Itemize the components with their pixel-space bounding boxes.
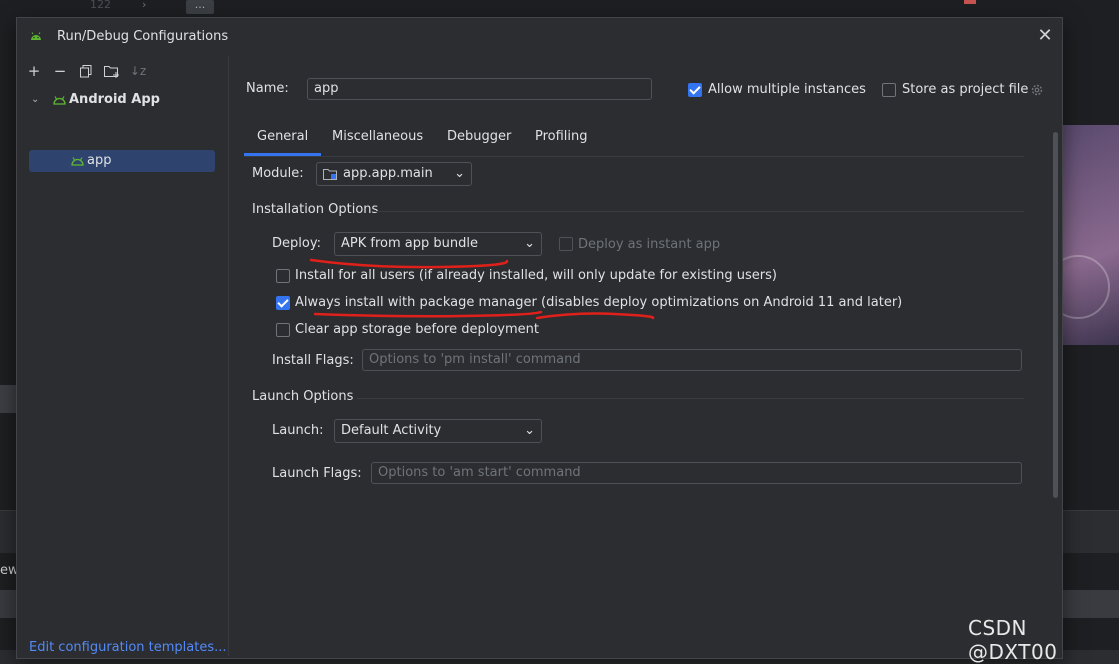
line-number: 122 <box>90 0 111 11</box>
gear-icon[interactable] <box>1030 83 1044 97</box>
deploy-label: Deploy: <box>272 236 321 251</box>
name-label: Name: <box>246 81 289 96</box>
launch-value: Default Activity <box>341 423 442 438</box>
launch-flags-label: Launch Flags: <box>272 466 362 481</box>
fold-chevron-icon: › <box>142 0 147 11</box>
tab-general[interactable]: General <box>244 120 322 156</box>
installation-options-title: Installation Options <box>252 202 379 217</box>
watermark: CSDN @DXT00 <box>968 616 1058 664</box>
installation-separator <box>374 211 1024 212</box>
clear-app-storage-label: Clear app storage before deployment <box>295 322 539 337</box>
clear-app-storage-checkbox[interactable] <box>276 323 290 337</box>
launch-options-title: Launch Options <box>252 389 354 404</box>
module-select[interactable]: app.app.main ⌄ <box>316 162 472 186</box>
tree-group-label: Android App <box>69 92 160 107</box>
dialog-titlebar[interactable]: Run/Debug Configurations ✕ <box>17 18 1062 56</box>
launch-label: Launch: <box>272 423 324 438</box>
name-input[interactable]: app <box>307 78 652 100</box>
android-icon <box>53 96 66 105</box>
chevron-down-icon[interactable]: ⌄ <box>31 89 39 111</box>
configurations-sidebar: + − ↓z ⌄ Android App app Edit configurat… <box>17 56 229 656</box>
tab-debugger[interactable]: Debugger <box>434 120 524 156</box>
install-flags-label: Install Flags: <box>272 353 354 368</box>
deploy-instant-app-checkbox <box>559 237 573 251</box>
allow-multiple-instances-label: Allow multiple instances <box>708 82 866 97</box>
edit-configuration-templates-link[interactable]: Edit configuration templates... <box>29 640 227 655</box>
editor-gutter: 122 › <box>62 0 162 18</box>
install-flags-input[interactable]: Options to 'pm install' command <box>362 349 1022 371</box>
launch-separator <box>357 398 1024 399</box>
chevron-down-icon: ⌄ <box>524 236 535 251</box>
tree-group-android-app[interactable]: ⌄ Android App <box>31 89 221 111</box>
chevron-down-icon: ⌄ <box>454 166 465 181</box>
sort-icon[interactable]: ↓z <box>127 60 149 82</box>
tab-profiling[interactable]: Profiling <box>522 120 601 156</box>
new-folder-icon[interactable] <box>101 60 123 82</box>
background-left-strip <box>0 385 16 413</box>
module-value: app.app.main <box>343 166 433 181</box>
module-label: Module: <box>252 166 304 181</box>
deploy-value: APK from app bundle <box>341 236 478 251</box>
tree-item-app[interactable]: app <box>29 150 215 172</box>
add-icon[interactable]: + <box>23 60 45 82</box>
allow-multiple-instances-checkbox[interactable] <box>688 83 702 97</box>
run-debug-configurations-dialog: Run/Debug Configurations ✕ + − ↓z ⌄ Andr… <box>16 17 1063 659</box>
install-for-all-users-checkbox[interactable] <box>276 269 290 283</box>
deploy-select[interactable]: APK from app bundle ⌄ <box>334 232 542 256</box>
config-tabs: General Miscellaneous Debugger Profiling <box>244 120 1024 157</box>
android-icon <box>71 157 84 166</box>
launch-select[interactable]: Default Activity ⌄ <box>334 419 542 443</box>
tab-miscellaneous[interactable]: Miscellaneous <box>319 120 436 156</box>
android-icon <box>31 32 41 40</box>
always-install-package-manager-checkbox[interactable] <box>276 296 290 310</box>
store-as-project-file-label: Store as project file <box>902 82 1029 97</box>
deploy-instant-app-label: Deploy as instant app <box>578 237 721 252</box>
tree-item-label: app <box>87 153 112 168</box>
install-for-all-users-label: Install for all users (if already instal… <box>295 268 777 283</box>
always-install-package-manager-label: Always install with package manager (dis… <box>295 295 903 310</box>
launch-flags-input[interactable]: Options to 'am start' command <box>371 462 1022 484</box>
remove-icon[interactable]: − <box>49 60 71 82</box>
form-scrollbar[interactable] <box>1053 132 1058 498</box>
editor-error-marker <box>964 0 976 4</box>
module-folder-icon <box>323 169 337 180</box>
annotation-underline-optimizations <box>535 312 655 320</box>
dialog-title: Run/Debug Configurations <box>57 29 229 44</box>
store-as-project-file-checkbox[interactable] <box>882 83 896 97</box>
close-icon[interactable]: ✕ <box>1035 26 1055 46</box>
chevron-down-icon: ⌄ <box>524 423 535 438</box>
configuration-form: Name: app Allow multiple instances Store… <box>229 56 1059 656</box>
copy-icon[interactable] <box>75 60 97 82</box>
folded-code-ellipsis[interactable]: ... <box>186 0 214 14</box>
